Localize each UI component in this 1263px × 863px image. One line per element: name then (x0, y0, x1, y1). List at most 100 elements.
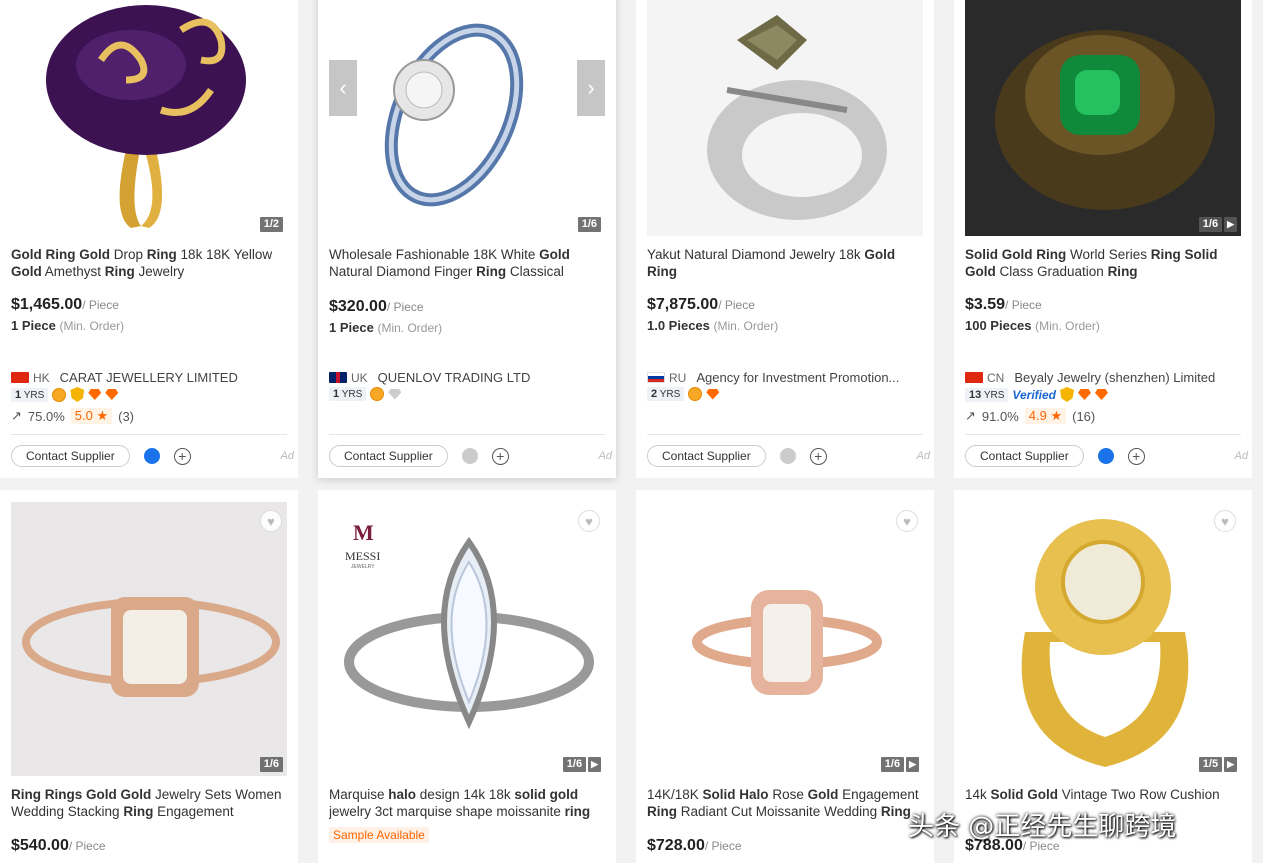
play-icon[interactable]: ▶ (906, 757, 919, 772)
product-image[interactable]: M MESSI JEWELRY 1/6 ▶ (329, 502, 605, 776)
card-actions: Contact Supplier + (647, 445, 827, 467)
response-rate: 75.0% (27, 408, 65, 424)
title-segment: Drop (110, 247, 147, 262)
supplier-badges: 1 YRS (11, 387, 119, 402)
title-segment: Gold (11, 247, 42, 262)
next-image-button[interactable]: › (577, 60, 605, 116)
title-segment: Engagement (838, 787, 919, 802)
product-title[interactable]: Wholesale Fashionable 18K White Gold Nat… (329, 246, 605, 280)
contact-supplier-button[interactable]: Contact Supplier (647, 445, 766, 467)
medal-icon (370, 387, 385, 401)
verified-badge: Verified (1012, 387, 1056, 402)
product-title[interactable]: Yakut Natural Diamond Jewelry 18k Gold R… (647, 246, 923, 280)
product-card[interactable]: 1/6 ▶ ♥ 14K/18K Solid Halo Rose Gold Enga… (636, 490, 934, 863)
supplier-name[interactable]: QUENLOV TRADING LTD (378, 370, 531, 385)
title-segment: design 14k 18k (416, 787, 515, 802)
title-segment: Gold (79, 247, 111, 262)
min-order: 1 Piece (Min. Order) (329, 320, 443, 335)
product-card[interactable]: M MESSI JEWELRY 1/6 ▶ ♥ Marquise halo des… (318, 490, 616, 863)
add-compare-icon[interactable]: + (1127, 447, 1145, 465)
product-price: $320.00/ Piece (329, 298, 424, 315)
title-segment: Engagement (153, 804, 234, 819)
prev-image-button[interactable]: ‹ (329, 60, 357, 116)
supplier-name[interactable]: Agency for Investment Promotion... (696, 370, 899, 385)
product-price: $1,465.00/ Piece (11, 296, 119, 313)
play-icon[interactable]: ▶ (1224, 757, 1237, 772)
product-title[interactable]: Gold Ring Gold Drop Ring 18k 18K Yellow … (11, 246, 287, 280)
card-actions: Contact Supplier + (329, 445, 509, 467)
ad-label: Ad (280, 450, 294, 462)
supplier-info[interactable]: UK QUENLOV TRADING LTD (329, 370, 609, 385)
supplier-info[interactable]: RU Agency for Investment Promotion... (647, 370, 927, 385)
contact-supplier-button[interactable]: Contact Supplier (11, 445, 130, 467)
title-segment: Ring (1107, 264, 1138, 279)
supplier-name[interactable]: CARAT JEWELLERY LIMITED (60, 370, 238, 385)
add-compare-icon[interactable]: + (491, 447, 509, 465)
product-card[interactable]: 1/6 ♥ Ring Rings Gold Gold Jewelry Sets … (0, 490, 298, 863)
add-compare-icon[interactable]: + (809, 447, 827, 465)
product-image[interactable]: 1/6 (11, 502, 287, 776)
title-segment: Rose (768, 787, 808, 802)
supplier-stats: ↗ 75.0% 5.0 ★ (3) (11, 408, 134, 424)
ru-flag-icon (647, 372, 665, 383)
min-order: 1.0 Pieces (Min. Order) (647, 318, 779, 333)
title-segment: Natural Diamond Finger (329, 264, 477, 279)
title-segment: Yakut Natural Diamond Jewelry 18k (647, 247, 865, 262)
heart-icon[interactable]: ♥ (260, 510, 282, 532)
title-segment: Ring (880, 804, 911, 819)
title-segment: Radiant Cut Moissanite Wedding (677, 804, 881, 819)
ad-label: Ad (1234, 450, 1248, 462)
chat-icon[interactable] (1097, 448, 1114, 464)
rating: 5.0 ★ (70, 408, 113, 424)
supplier-info[interactable]: CN Beyaly Jewelry (shenzhen) Limited (965, 370, 1245, 385)
title-segment: Ring (476, 264, 507, 279)
chat-icon[interactable] (779, 448, 796, 464)
chat-icon[interactable] (461, 448, 478, 464)
add-compare-icon[interactable]: + (173, 447, 191, 465)
chat-icon[interactable] (143, 448, 160, 464)
supplier-badges: 1 YRS (329, 387, 402, 401)
title-segment: Gold (11, 264, 42, 279)
product-card[interactable]: Yakut Natural Diamond Jewelry 18k Gold R… (636, 0, 934, 478)
title-segment: jewelry 3ct marquise shape moissanite (329, 804, 565, 819)
title-segment: Ring (146, 247, 177, 262)
supplier-name[interactable]: Beyaly Jewelry (shenzhen) Limited (1014, 370, 1215, 385)
product-image[interactable] (647, 0, 923, 236)
years-badge: 1 YRS (11, 387, 49, 402)
product-title[interactable]: Solid Gold Ring World Series Ring Solid … (965, 246, 1241, 280)
product-card[interactable]: 1/6 ▶ Solid Gold Ring World Series Ring S… (954, 0, 1252, 478)
product-card[interactable]: 1/6 ‹ › Wholesale Fashionable 18K White … (318, 0, 616, 478)
product-price: $3.59/ Piece (965, 296, 1042, 313)
diamond-icon (388, 388, 402, 400)
title-segment: ring (564, 804, 591, 819)
image-pager: 1/2 (259, 217, 283, 232)
heart-icon[interactable]: ♥ (1214, 510, 1236, 532)
sample-available-badge: Sample Available (329, 827, 429, 843)
review-count: (3) (118, 408, 135, 424)
country-code: UK (351, 370, 368, 385)
product-image[interactable]: 1/2 (11, 0, 287, 236)
product-card[interactable]: 1/2 Gold Ring Gold Drop Ring 18k 18K Yel… (0, 0, 298, 478)
shield-icon (70, 387, 85, 402)
diamond-icon (1078, 389, 1091, 400)
product-image[interactable]: 1/5 ▶ (965, 502, 1241, 776)
supplier-info[interactable]: HK CARAT JEWELLERY LIMITED (11, 370, 291, 385)
title-segment: Classical (506, 264, 564, 279)
product-title[interactable]: 14K/18K Solid Halo Rose Gold Engagement … (647, 786, 923, 820)
product-image[interactable]: 1/6 ▶ (647, 502, 923, 776)
hk-flag-icon (11, 372, 29, 383)
contact-supplier-button[interactable]: Contact Supplier (965, 445, 1084, 467)
product-title[interactable]: Marquise halo design 14k 18k solid gold … (329, 786, 605, 820)
contact-supplier-button[interactable]: Contact Supplier (329, 445, 448, 467)
share-icon: ↗ (11, 408, 22, 423)
title-segment: solid gold (514, 787, 579, 802)
heart-icon[interactable]: ♥ (578, 510, 600, 532)
product-image[interactable]: 1/6 ▶ (965, 0, 1241, 236)
product-image[interactable]: 1/6 (329, 0, 605, 236)
play-icon[interactable]: ▶ (588, 757, 601, 772)
ad-label: Ad (598, 450, 612, 462)
play-icon[interactable]: ▶ (1224, 217, 1237, 232)
diamond-icon (88, 389, 102, 400)
product-title[interactable]: Ring Rings Gold Gold Jewelry Sets Women … (11, 786, 287, 820)
heart-icon[interactable]: ♥ (896, 510, 918, 532)
